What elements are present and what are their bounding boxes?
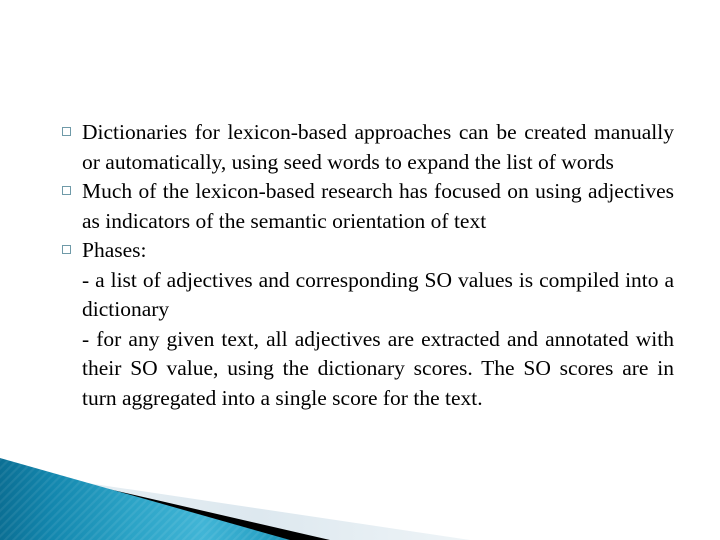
hollow-square-bullet-icon	[62, 236, 82, 254]
corner-accent-svg	[0, 458, 470, 540]
bullet-item-3-text: Phases:	[82, 238, 147, 262]
bullet-item-2-text: Much of the lexicon-based research has f…	[82, 179, 674, 233]
slide-canvas: Dictionaries for lexicon-based approache…	[0, 0, 720, 540]
bottom-left-corner-accent	[0, 450, 470, 540]
sub-item-1: - a list of adjectives and corresponding…	[82, 267, 674, 322]
accent-black-band	[0, 464, 330, 540]
hollow-square-bullet-icon	[62, 177, 82, 195]
bullet-item-3: Phases:	[62, 236, 674, 266]
accent-teal-texture	[0, 458, 290, 540]
sub-item-2: - for any given text, all adjectives are…	[82, 326, 674, 410]
accent-light-band	[0, 470, 470, 540]
hollow-square-bullet-icon	[62, 118, 82, 136]
slide-body-content: Dictionaries for lexicon-based approache…	[62, 118, 674, 413]
bullet-item-2: Much of the lexicon-based research has f…	[62, 177, 674, 236]
accent-teal-band	[0, 458, 290, 540]
bullet-item-1: Dictionaries for lexicon-based approache…	[62, 118, 674, 177]
bullet-item-1-text: Dictionaries for lexicon-based approache…	[82, 120, 674, 174]
